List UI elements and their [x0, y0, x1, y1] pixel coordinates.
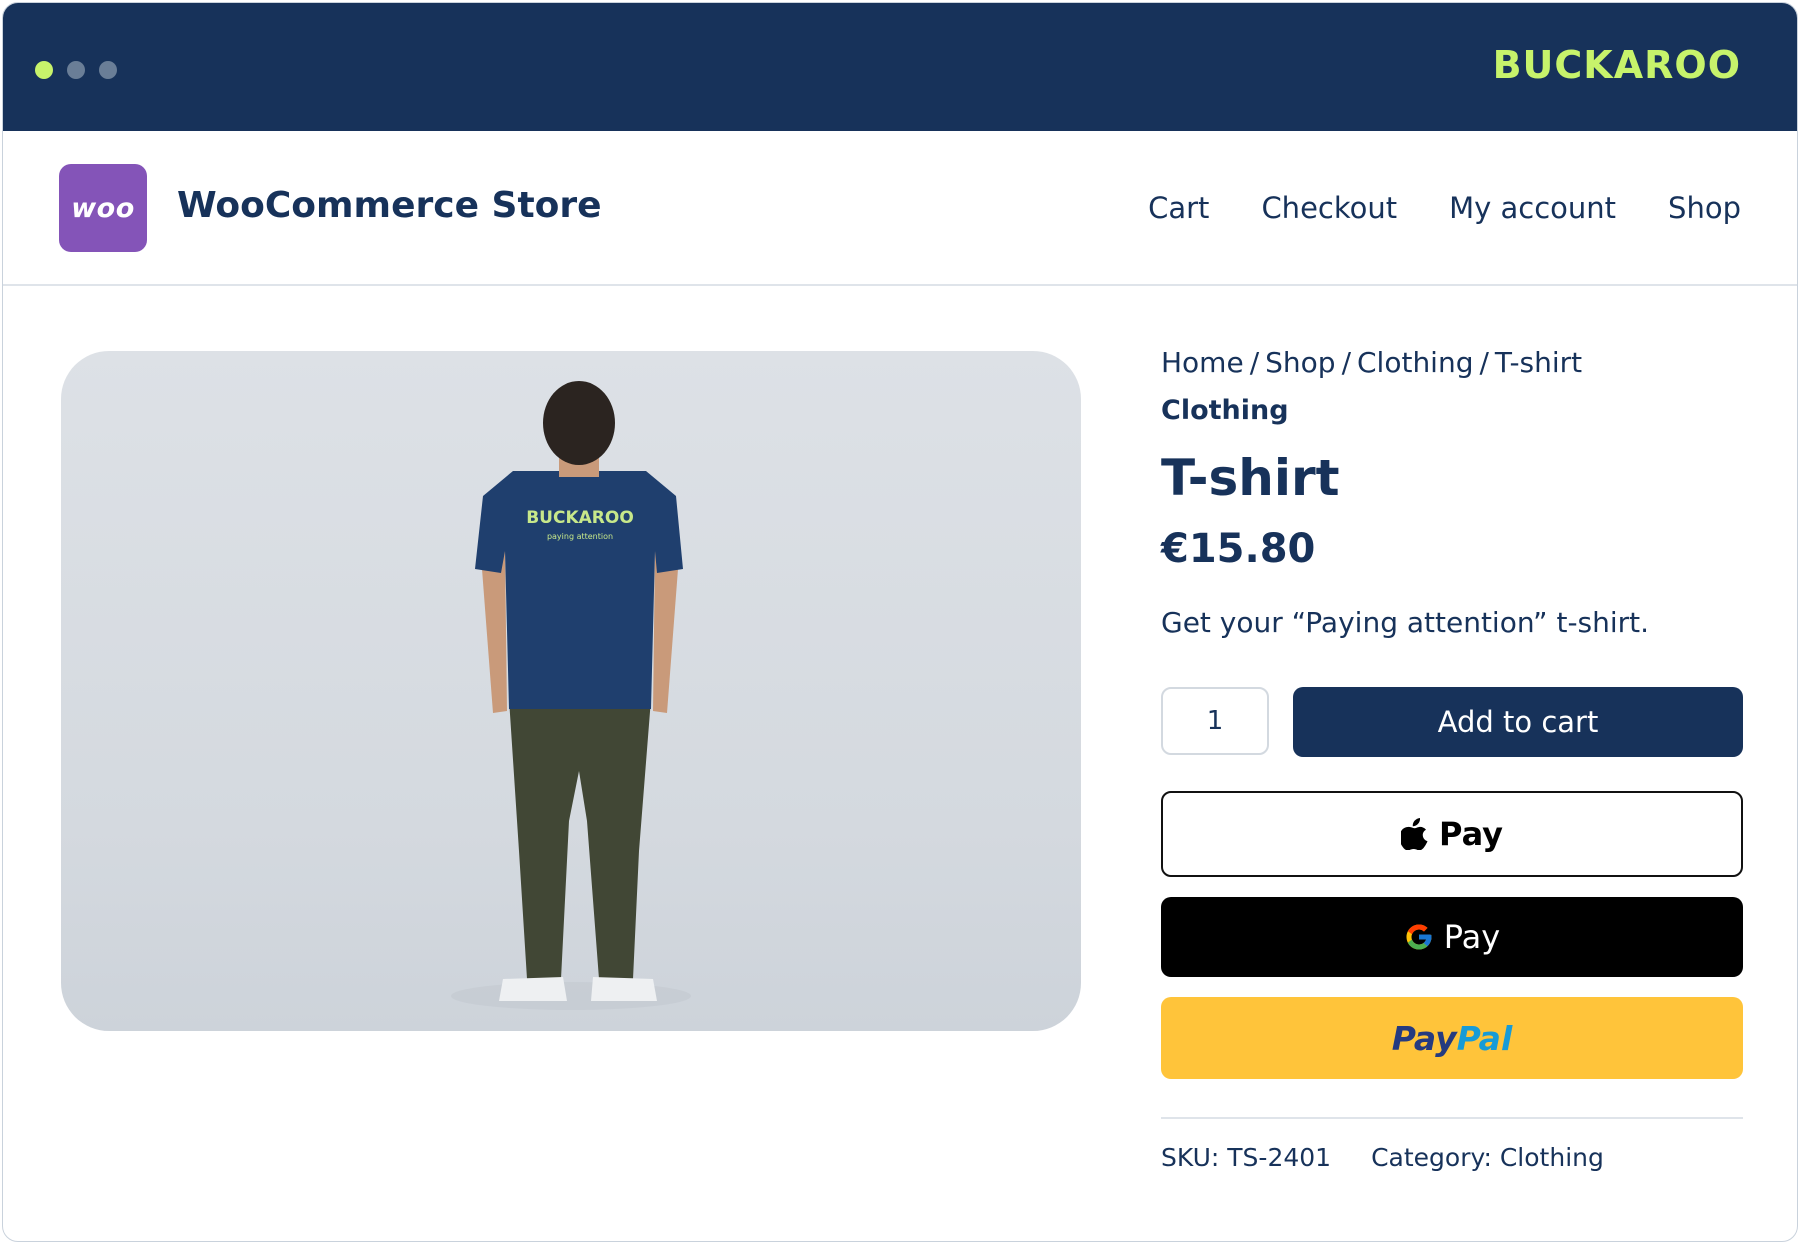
google-g-icon [1406, 924, 1432, 950]
window-dot-gray[interactable] [67, 61, 85, 79]
woo-logo-text: woo [71, 192, 135, 224]
product-title: T-shirt [1161, 449, 1340, 507]
apple-pay-label: Pay [1438, 815, 1504, 853]
model-illustration: BUCKAROO paying attention [451, 381, 691, 1010]
category-meta: Category: Clothing [1371, 1143, 1604, 1172]
category-label: Category: [1371, 1143, 1492, 1172]
window-titlebar: BUCKAROO [3, 3, 1797, 131]
buckaroo-logo: BUCKAROO [1492, 43, 1741, 87]
product-price: €15.80 [1161, 526, 1316, 572]
breadcrumb-current: T-shirt [1494, 346, 1583, 379]
quantity-input[interactable] [1161, 687, 1269, 755]
product-summary: Home / Shop / Clothing / T-shirt Clothing T-sh… [1161, 343, 1743, 1172]
store-name[interactable]: WooCommerce Store [177, 185, 602, 226]
product-description: Get your “Paying attention” t-shirt. [1161, 606, 1650, 639]
category-meta-link[interactable]: Clothing [1500, 1143, 1604, 1172]
shirt-tagline: paying attention [547, 532, 613, 541]
sku-value: TS-2401 [1227, 1143, 1332, 1172]
window-dot-gray[interactable] [99, 61, 117, 79]
main-nav: Cart Checkout My account Shop [1148, 191, 1741, 225]
sku-label: SKU: [1161, 1143, 1220, 1172]
divider [1161, 1117, 1743, 1119]
breadcrumb: Home / Shop / Clothing / T-shirt [1161, 346, 1583, 379]
apple-icon [1400, 818, 1428, 850]
add-to-cart-button[interactable]: Add to cart [1293, 687, 1743, 757]
paypal-logo-pay: Pay [1391, 1018, 1457, 1058]
window-dot-green[interactable] [35, 61, 53, 79]
google-pay-button[interactable]: Pay [1161, 897, 1743, 977]
category-link[interactable]: Clothing [1161, 391, 1743, 431]
product-image[interactable]: BUCKAROO paying attention [61, 351, 1081, 1031]
google-pay-label: Pay [1443, 918, 1501, 956]
nav-shop[interactable]: Shop [1668, 191, 1741, 225]
paypal-button[interactable]: Pay Pal [1161, 997, 1743, 1079]
breadcrumb-home[interactable]: Home [1161, 346, 1244, 379]
nav-cart[interactable]: Cart [1148, 191, 1209, 225]
browser-window: BUCKAROO woo WooCommerce Store Cart Chec… [2, 2, 1798, 1242]
breadcrumb-shop[interactable]: Shop [1265, 346, 1335, 379]
breadcrumb-clothing[interactable]: Clothing [1357, 346, 1473, 379]
paypal-logo-pal: Pal [1456, 1018, 1513, 1058]
nav-my-account[interactable]: My account [1449, 191, 1616, 225]
product-meta: SKU: TS-2401 Category: Clothing [1161, 1143, 1604, 1172]
apple-pay-button[interactable]: Pay [1161, 791, 1743, 877]
sku-meta: SKU: TS-2401 [1161, 1143, 1331, 1172]
nav-checkout[interactable]: Checkout [1261, 191, 1397, 225]
woo-logo[interactable]: woo [59, 164, 147, 252]
site-header: woo WooCommerce Store Cart Checkout My a… [3, 131, 1797, 286]
add-to-cart-form: Add to cart [1161, 687, 1743, 759]
shirt-print: BUCKAROO [526, 508, 634, 528]
